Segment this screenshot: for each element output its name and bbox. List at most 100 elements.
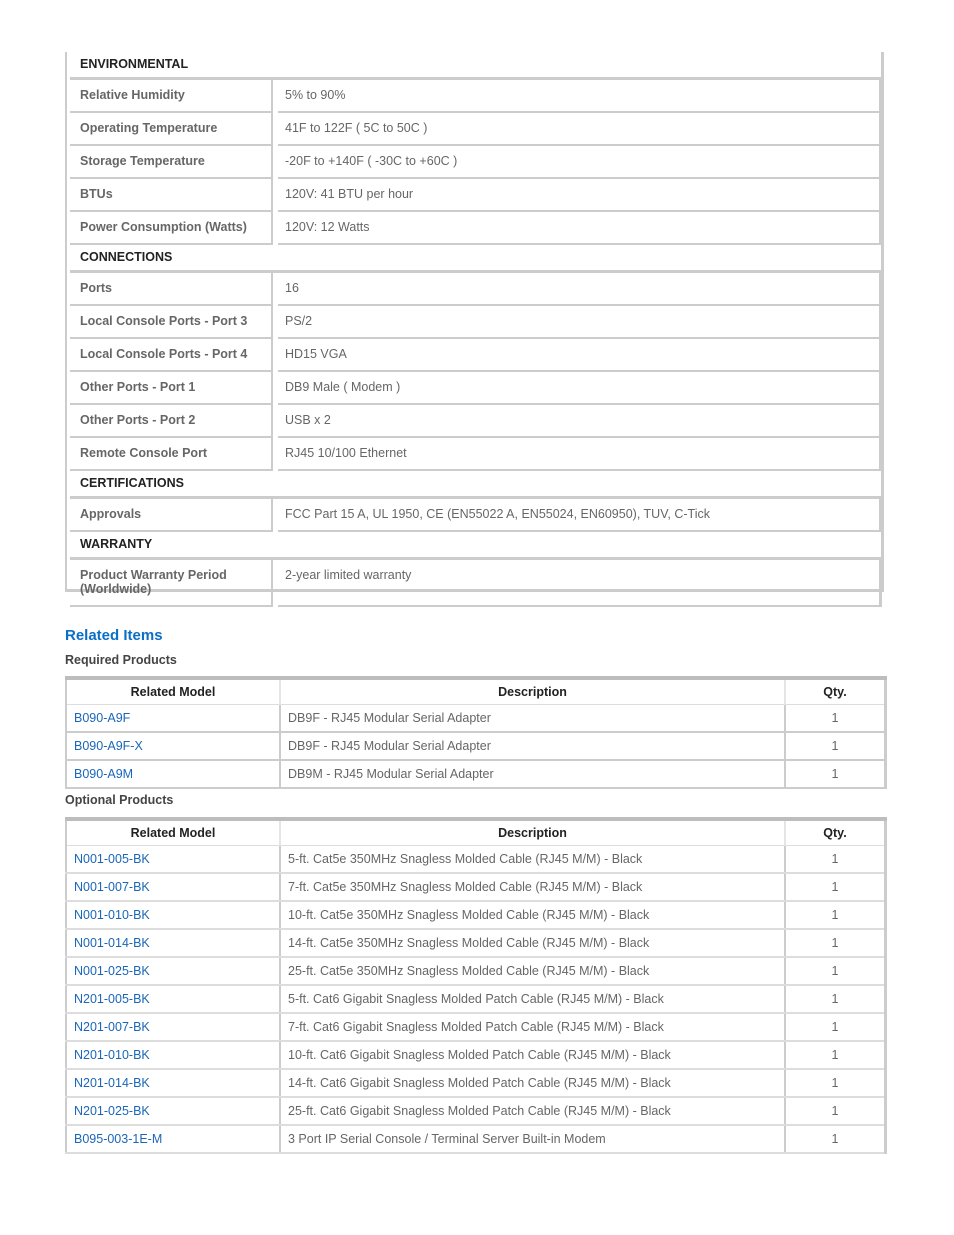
spec-label: Other Ports - Port 1: [70, 372, 273, 405]
spec-label: Local Console Ports - Port 3: [70, 306, 273, 339]
product-description: 7-ft. Cat6 Gigabit Snagless Molded Patch…: [280, 1013, 786, 1042]
model-cell: N001-025-BK: [66, 957, 281, 986]
column-header-related-model: Related Model: [66, 676, 280, 705]
product-model-link[interactable]: N001-025-BK: [74, 964, 150, 978]
product-model-link[interactable]: N001-014-BK: [74, 936, 150, 950]
product-qty: 1: [785, 901, 886, 930]
product-row: B095-003-1E-M 3 Port IP Serial Console / …: [66, 1125, 886, 1154]
specifications-table: ENVIRONMENTAL Relative Humidity 5% to 90% O…: [70, 52, 882, 607]
optional-products-heading: Optional Products: [65, 793, 174, 807]
product-model-link[interactable]: N201-025-BK: [74, 1104, 150, 1118]
column-header-description: Description: [279, 676, 785, 705]
spec-section-header: CERTIFICATIONS: [70, 471, 882, 499]
spec-section-header: CONNECTIONS: [70, 245, 882, 273]
product-row: B090-A9M DB9M - RJ45 Modular Serial Adapt…: [66, 760, 886, 789]
product-row: N201-014-BK 14-ft. Cat6 Gigabit Snagless …: [66, 1069, 886, 1098]
product-qty: 1: [785, 1069, 886, 1098]
spec-section-header: WARRANTY: [70, 532, 882, 560]
spec-section-header: ENVIRONMENTAL: [70, 52, 882, 80]
product-model-link[interactable]: N001-005-BK: [74, 852, 150, 866]
model-cell: B090-A9M: [66, 760, 281, 789]
column-header-qty: Qty.: [784, 676, 886, 705]
spec-label: Relative Humidity: [70, 80, 273, 113]
product-description: 7-ft. Cat5e 350MHz Snagless Molded Cable…: [280, 873, 786, 902]
model-cell: N001-010-BK: [66, 901, 281, 930]
product-qty: 1: [785, 760, 886, 789]
required-products-heading: Required Products: [65, 653, 177, 667]
table-header-row: Related Model Description Qty.: [66, 817, 886, 846]
product-qty: 1: [785, 985, 886, 1014]
model-cell: N201-010-BK: [66, 1041, 281, 1070]
product-model-link[interactable]: N201-010-BK: [74, 1048, 150, 1062]
spec-label: Ports: [70, 273, 273, 306]
spec-value: 16: [278, 273, 882, 306]
spec-row: Power Consumption (Watts) 120V: 12 Watts: [70, 212, 882, 245]
product-qty: 1: [785, 873, 886, 902]
model-cell: N201-025-BK: [66, 1097, 281, 1126]
spec-value: USB x 2: [278, 405, 882, 438]
spec-value: 5% to 90%: [278, 80, 882, 113]
product-model-link[interactable]: N001-010-BK: [74, 908, 150, 922]
model-cell: N001-014-BK: [66, 929, 281, 958]
product-model-link[interactable]: B095-003-1E-M: [74, 1132, 162, 1146]
model-cell: N201-005-BK: [66, 985, 281, 1014]
product-row: N201-010-BK 10-ft. Cat6 Gigabit Snagless …: [66, 1041, 886, 1070]
product-description: 10-ft. Cat6 Gigabit Snagless Molded Patc…: [280, 1041, 786, 1070]
table-header-row: Related Model Description Qty.: [66, 676, 886, 705]
model-cell: N201-007-BK: [66, 1013, 281, 1042]
product-model-link[interactable]: N001-007-BK: [74, 880, 150, 894]
spec-row: Storage Temperature -20F to +140F ( -30C …: [70, 146, 882, 179]
product-qty: 1: [785, 704, 886, 733]
product-row: B090-A9F-X DB9F - RJ45 Modular Serial Ada…: [66, 732, 886, 761]
spec-value: DB9 Male ( Modem ): [278, 372, 882, 405]
product-row: N201-007-BK 7-ft. Cat6 Gigabit Snagless M…: [66, 1013, 886, 1042]
spec-label: Remote Console Port: [70, 438, 273, 471]
spec-row: Other Ports - Port 1 DB9 Male ( Modem ): [70, 372, 882, 405]
product-description: 10-ft. Cat5e 350MHz Snagless Molded Cabl…: [280, 901, 786, 930]
product-row: N201-005-BK 5-ft. Cat6 Gigabit Snagless M…: [66, 985, 886, 1014]
spec-label: Storage Temperature: [70, 146, 273, 179]
spec-section-title: WARRANTY: [70, 532, 882, 560]
product-description: 14-ft. Cat5e 350MHz Snagless Molded Cabl…: [280, 929, 786, 958]
product-row: B090-A9F DB9F - RJ45 Modular Serial Adapt…: [66, 704, 886, 733]
related-items-heading: Related Items: [65, 627, 163, 644]
optional-products-table: Related Model Description Qty. N001-005-…: [65, 817, 887, 1154]
product-model-link[interactable]: N201-014-BK: [74, 1076, 150, 1090]
product-row: N001-007-BK 7-ft. Cat5e 350MHz Snagless M…: [66, 873, 886, 902]
model-cell: B090-A9F: [66, 704, 281, 733]
product-model-link[interactable]: B090-A9M: [74, 767, 133, 781]
spec-row: Operating Temperature 41F to 122F ( 5C to…: [70, 113, 882, 146]
spec-value: PS/2: [278, 306, 882, 339]
product-model-link[interactable]: B090-A9F-X: [74, 739, 143, 753]
spec-label: Other Ports - Port 2: [70, 405, 273, 438]
model-cell: B095-003-1E-M: [66, 1125, 281, 1154]
product-model-link[interactable]: B090-A9F: [74, 711, 130, 725]
spec-row: Other Ports - Port 2 USB x 2: [70, 405, 882, 438]
spec-row: Local Console Ports - Port 4 HD15 VGA: [70, 339, 882, 372]
product-description: 14-ft. Cat6 Gigabit Snagless Molded Patc…: [280, 1069, 786, 1098]
product-qty: 1: [785, 1097, 886, 1126]
spec-row: Local Console Ports - Port 3 PS/2: [70, 306, 882, 339]
spec-value: RJ45 10/100 Ethernet: [278, 438, 882, 471]
column-header-related-model: Related Model: [66, 817, 280, 846]
product-description: DB9F - RJ45 Modular Serial Adapter: [280, 732, 786, 761]
spec-row: Approvals FCC Part 15 A, UL 1950, CE (EN5…: [70, 499, 882, 532]
spec-section-title: CERTIFICATIONS: [70, 471, 882, 499]
spec-section-title: ENVIRONMENTAL: [70, 52, 882, 80]
spec-row: Remote Console Port RJ45 10/100 Ethernet: [70, 438, 882, 471]
spec-section-title: CONNECTIONS: [70, 245, 882, 273]
spec-label: Power Consumption (Watts): [70, 212, 273, 245]
specifications-panel: ENVIRONMENTAL Relative Humidity 5% to 90% O…: [65, 52, 884, 607]
spec-value: HD15 VGA: [278, 339, 882, 372]
product-row: N001-005-BK 5-ft. Cat5e 350MHz Snagless M…: [66, 845, 886, 874]
product-qty: 1: [785, 957, 886, 986]
spec-label: BTUs: [70, 179, 273, 212]
product-model-link[interactable]: N201-007-BK: [74, 1020, 150, 1034]
product-row: N001-014-BK 14-ft. Cat5e 350MHz Snagless …: [66, 929, 886, 958]
spec-label: Approvals: [70, 499, 273, 532]
product-description: 25-ft. Cat5e 350MHz Snagless Molded Cabl…: [280, 957, 786, 986]
spec-row: Relative Humidity 5% to 90%: [70, 80, 882, 113]
product-model-link[interactable]: N201-005-BK: [74, 992, 150, 1006]
product-row: N001-025-BK 25-ft. Cat5e 350MHz Snagless …: [66, 957, 886, 986]
model-cell: N001-005-BK: [66, 845, 281, 874]
